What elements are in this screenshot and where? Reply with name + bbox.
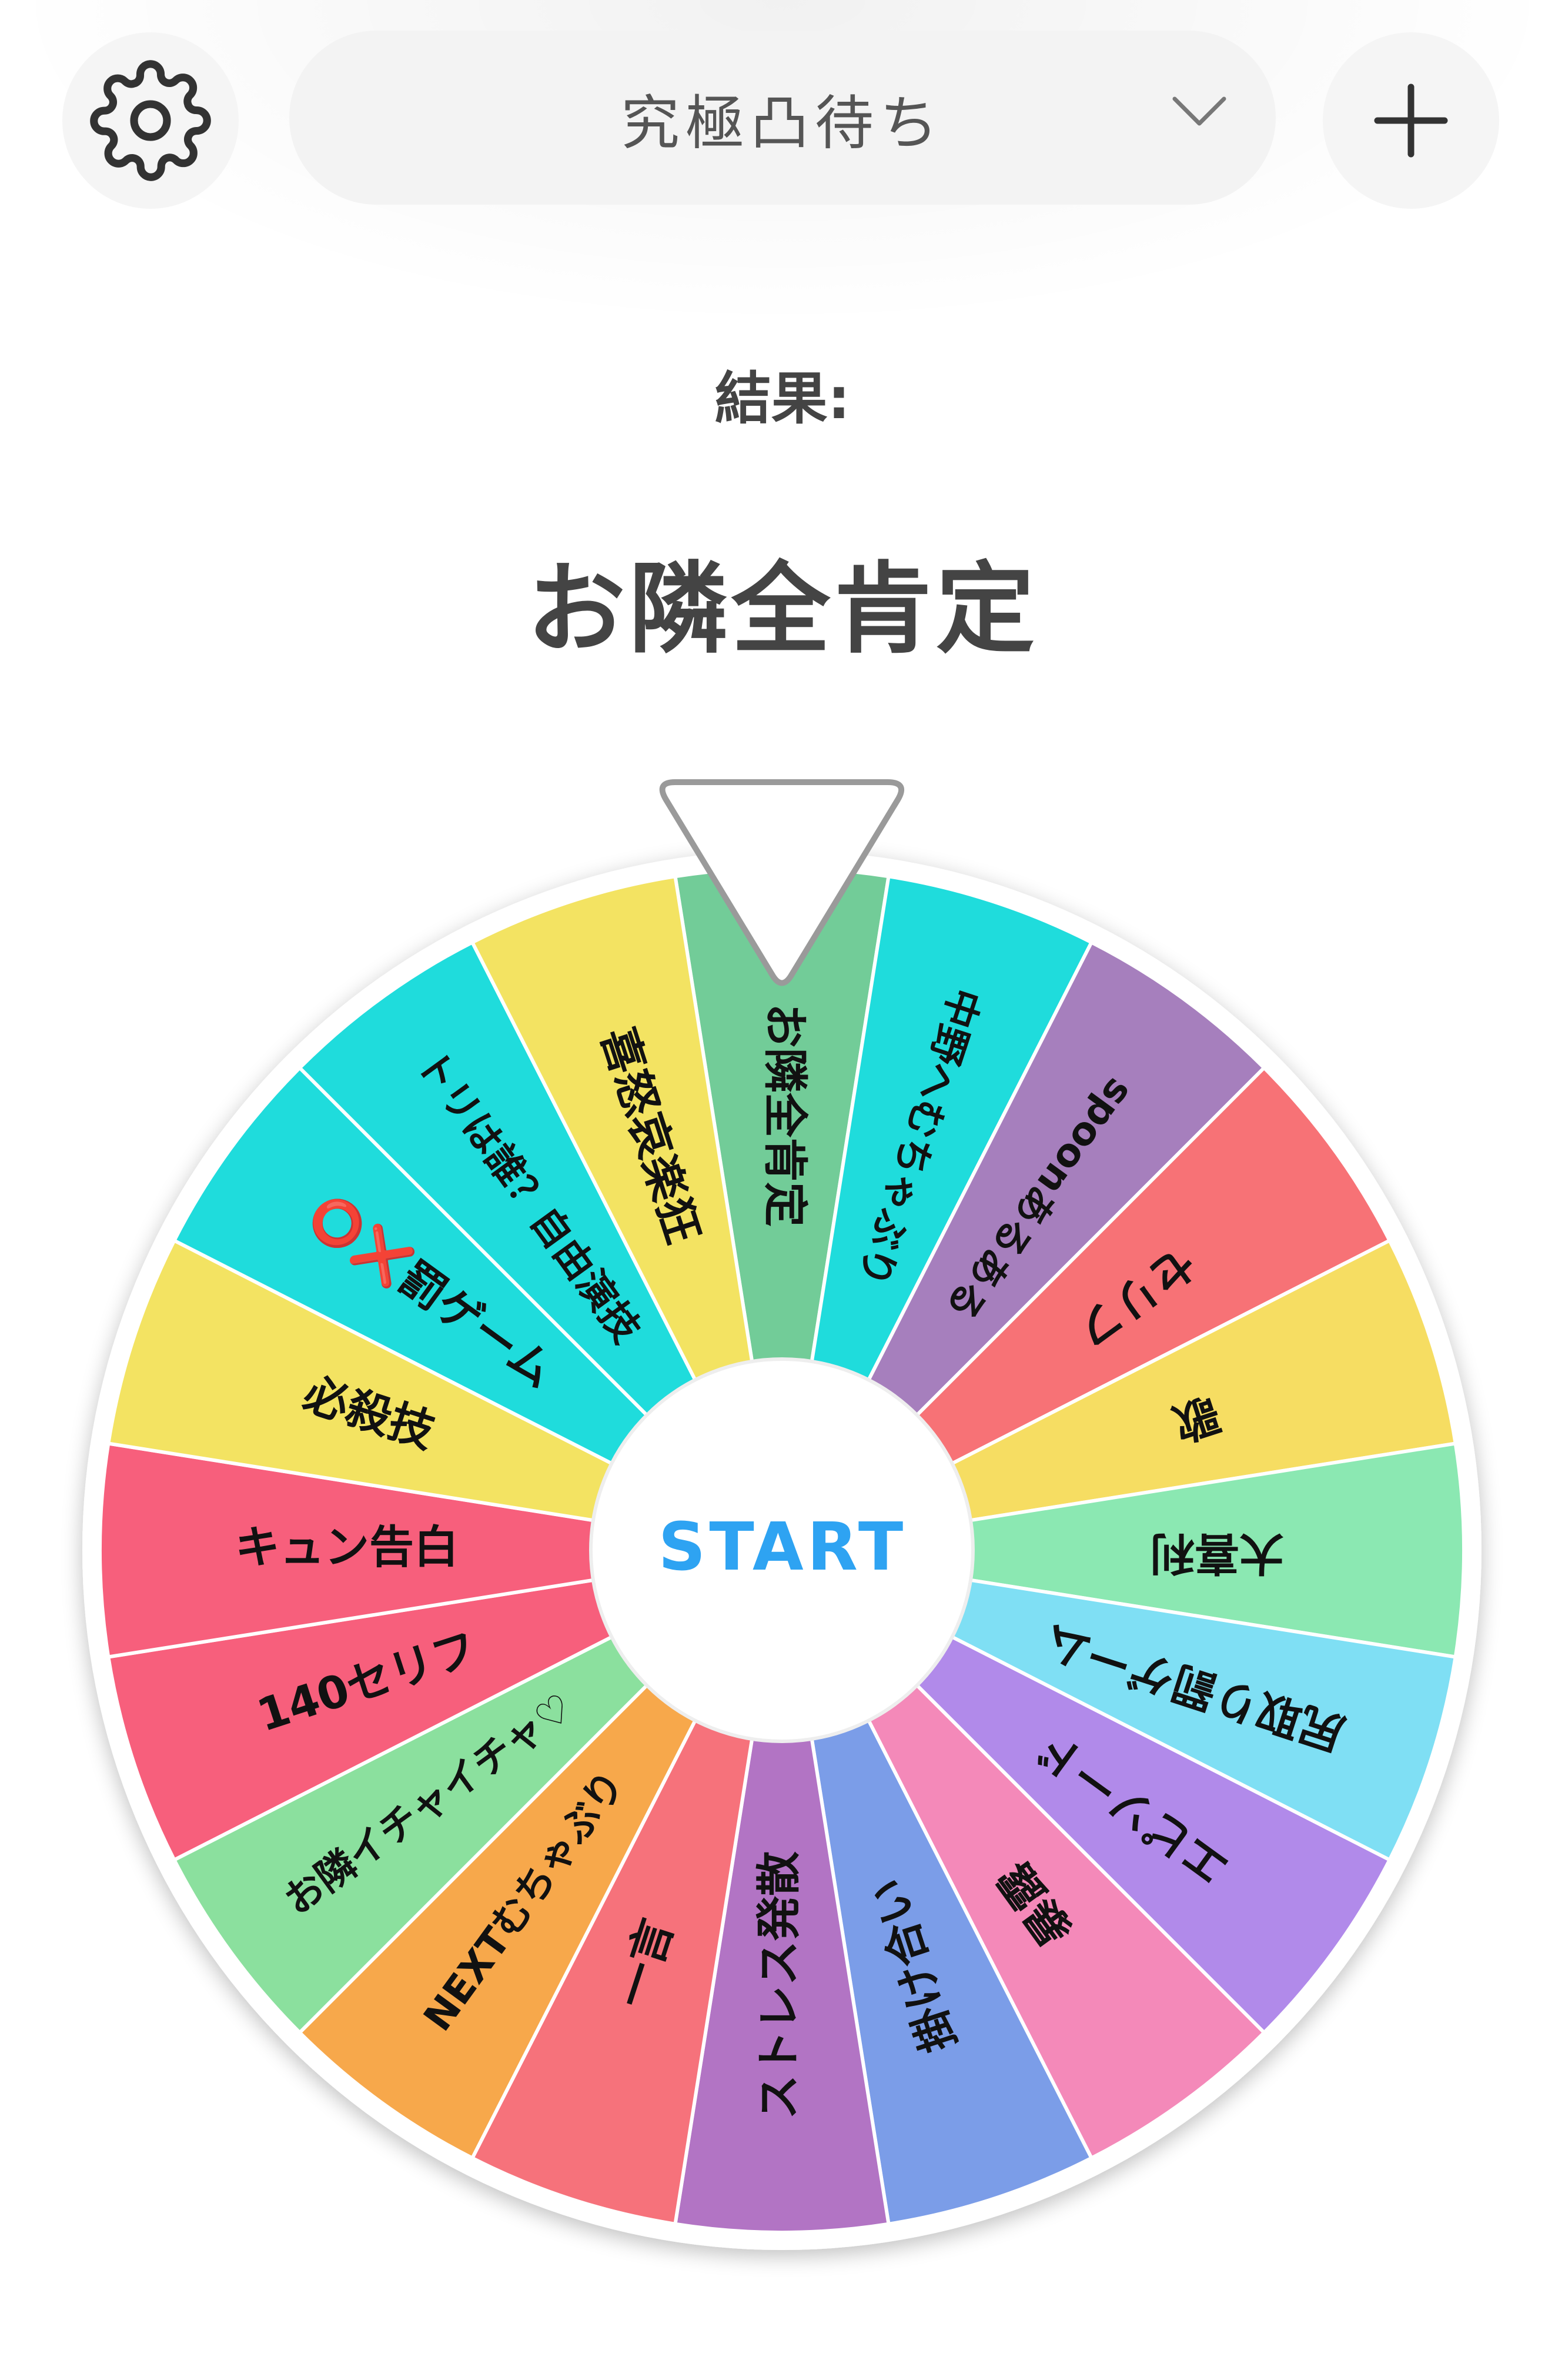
wheel-segment-label: お隣全肯定 [759, 1003, 811, 1227]
wheel-segment-label: ストレス発散 [753, 1851, 805, 2119]
wheel-segment-label: キュン告白 [235, 1521, 459, 1573]
start-button[interactable]: START [591, 1356, 974, 1738]
wheel-segment-label: 大喜利 [1150, 1527, 1284, 1580]
roulette-wheel[interactable]: お隣全肯定 中野へむちゃぶりspoonあるあるセリフ歌大喜利尻取り罰ゲームエピソー… [0, 0, 1565, 2380]
